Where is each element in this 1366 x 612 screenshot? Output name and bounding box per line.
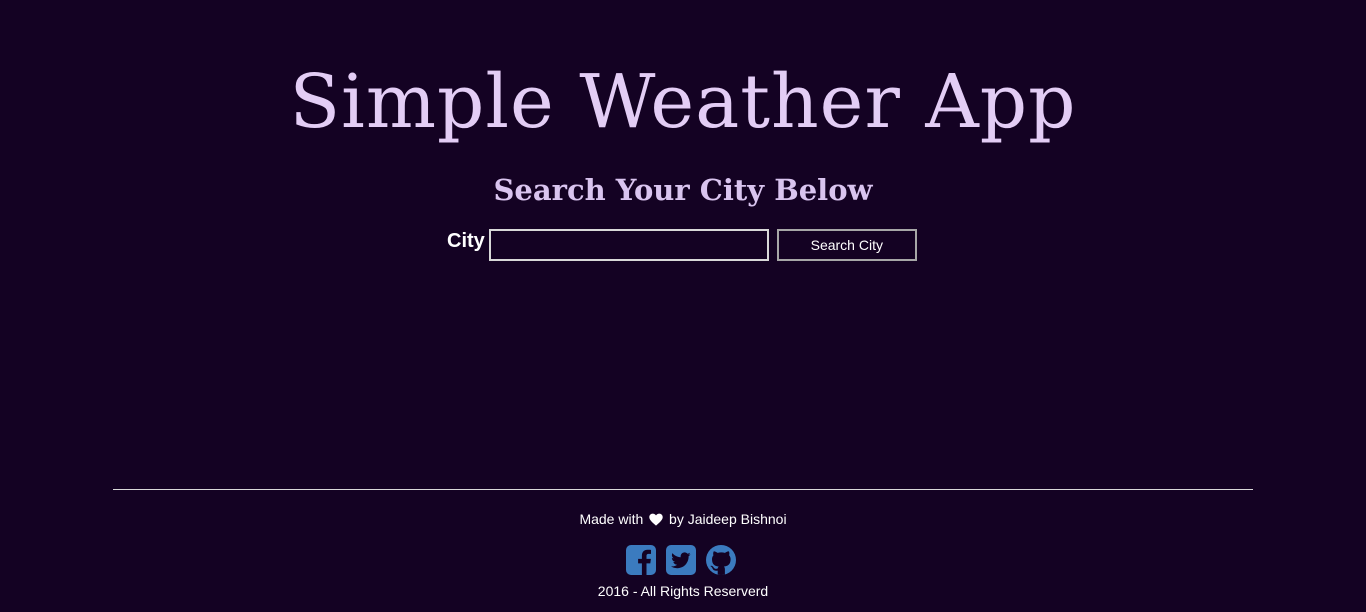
search-form: City Search City	[447, 229, 917, 261]
twitter-icon[interactable]	[666, 545, 696, 575]
footer-made-prefix: Made with	[579, 511, 644, 527]
footer-credit: Made with by Jaideep Bishnoi	[0, 510, 1366, 530]
footer-copyright: 2016 - All Rights Reserverd	[597, 583, 769, 599]
facebook-icon[interactable]	[626, 545, 656, 575]
github-icon[interactable]	[706, 545, 736, 575]
heart-icon	[649, 512, 663, 530]
footer-divider	[113, 489, 1253, 490]
search-city-button[interactable]: Search City	[776, 229, 917, 261]
page-title: Simple Weather App	[289, 59, 1077, 145]
footer-made-suffix: by Jaideep Bishnoi	[669, 511, 787, 527]
page-subtitle: Search Your City Below	[493, 173, 873, 207]
city-search-input[interactable]	[488, 229, 769, 261]
city-label: City	[447, 230, 485, 252]
page: Simple Weather App Search Your City Belo…	[0, 0, 1366, 612]
social-links	[626, 545, 736, 575]
